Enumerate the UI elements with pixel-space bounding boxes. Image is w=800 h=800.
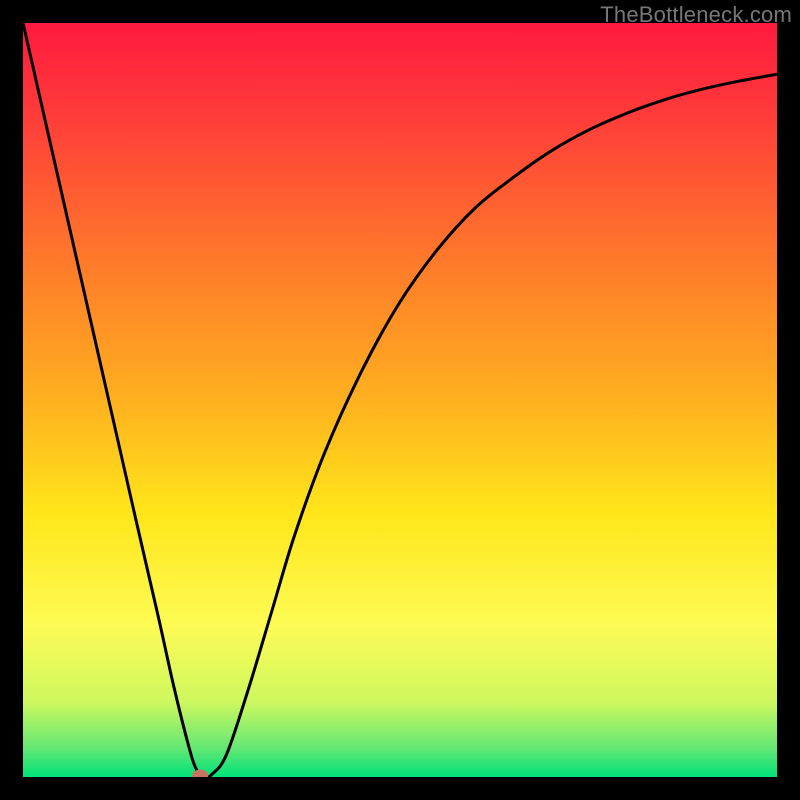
chart-frame: TheBottleneck.com [0,0,800,800]
gradient-background [23,23,777,777]
chart-svg [23,23,777,777]
plot-area [23,23,777,777]
watermark-text: TheBottleneck.com [600,2,792,28]
